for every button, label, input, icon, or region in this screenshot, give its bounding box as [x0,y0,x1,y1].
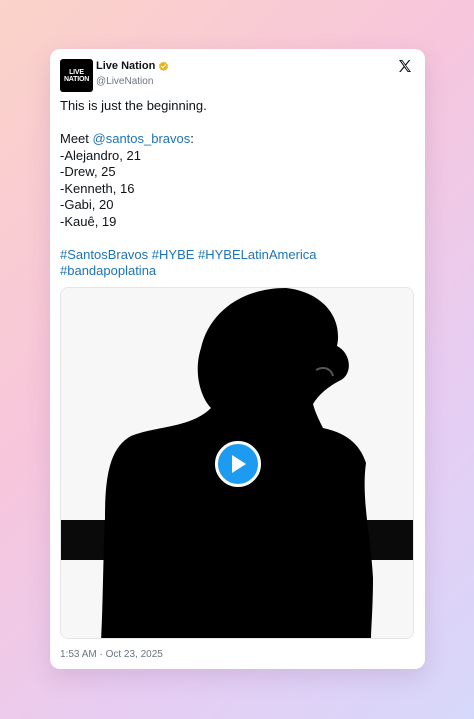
post-card: LIVE NATION Live Nation @LiveNation This… [50,49,425,669]
author-name[interactable]: Live Nation [96,60,155,72]
x-logo-icon[interactable] [397,58,413,74]
video-thumbnail[interactable] [60,287,414,639]
play-button[interactable] [215,441,261,487]
member-line: -Drew, 25 [60,164,116,179]
hashtags-line[interactable]: #bandapoplatina [60,263,415,280]
meet-line: Meet @santos_bravos: [60,131,415,148]
member-line: -Kenneth, 16 [60,180,135,196]
member-line: -Kauê, 19 [60,213,117,229]
avatar-text-line1: LIVE [69,68,84,76]
member-line: -Alejandro, 21 [60,147,141,163]
avatar-text-line2: NATION [63,75,90,83]
post-timestamp[interactable]: 1:53 AM · Oct 23, 2025 [60,649,163,660]
author-handle[interactable]: @LiveNation [96,76,153,87]
meet-prefix: Meet [60,131,93,146]
avatar[interactable]: LIVE NATION [60,59,93,92]
member-line: -Gabi, 20 [60,197,114,212]
hashtags-line[interactable]: #SantosBravos #HYBE #HYBELatinAmerica [60,247,415,264]
verified-badge-icon [159,61,169,71]
mention-link[interactable]: @santos_bravos [93,131,191,146]
post-text-line: This is just the beginning. [60,98,207,113]
play-icon [232,455,246,473]
author-row: Live Nation [96,60,169,72]
meet-suffix: : [190,131,194,146]
post-text: This is just the beginning. Meet @santos… [60,98,415,280]
